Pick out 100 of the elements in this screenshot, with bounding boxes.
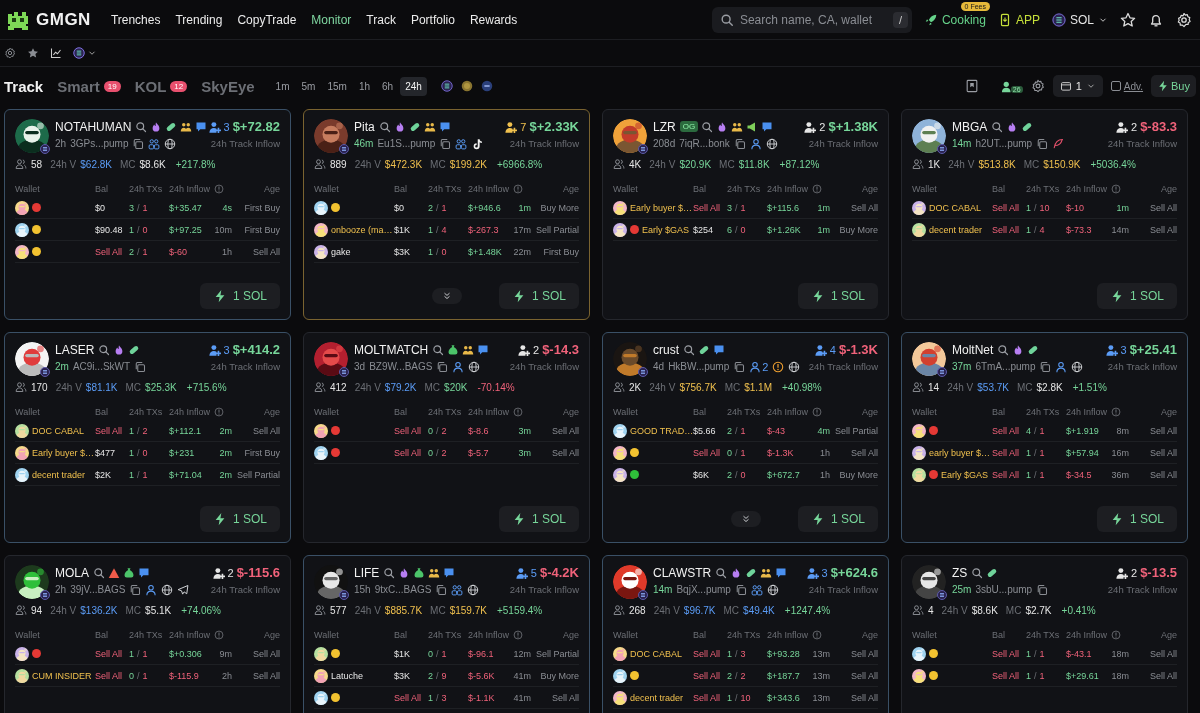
search-icon[interactable]: [432, 343, 445, 356]
people-icon[interactable]: [455, 137, 468, 150]
people-icon[interactable]: [180, 120, 193, 133]
quick-buy-button[interactable]: 1 SOL: [797, 506, 878, 532]
people-icon[interactable]: [760, 566, 773, 579]
search-icon[interactable]: [991, 120, 1004, 133]
token-name[interactable]: LIFE: [354, 565, 380, 580]
nav-link[interactable]: CopyTrade: [237, 12, 297, 27]
expand-button[interactable]: [431, 288, 462, 304]
search-icon[interactable]: [98, 343, 111, 356]
wallet-name[interactable]: gake: [331, 246, 351, 257]
tab[interactable]: KOL: [134, 77, 167, 95]
search-icon[interactable]: [715, 566, 728, 579]
bookmark-icon[interactable]: [964, 79, 979, 93]
tab[interactable]: SkyEye: [201, 77, 255, 95]
period-option[interactable]: 24h: [400, 76, 427, 96]
copy-icon[interactable]: [134, 360, 147, 373]
people-icon[interactable]: [462, 343, 475, 356]
globe-icon[interactable]: [161, 583, 174, 596]
person-icon[interactable]: [1055, 360, 1068, 373]
token-name[interactable]: LZR: [653, 119, 676, 134]
warning-icon[interactable]: [108, 566, 120, 579]
nav-link[interactable]: Track: [366, 12, 396, 27]
quick-buy-button[interactable]: 1 SOL: [498, 506, 579, 532]
people-icon[interactable]: [750, 583, 763, 596]
period-option[interactable]: 15m: [322, 76, 352, 96]
wallet-name[interactable]: onbooze (ma…: [331, 224, 393, 235]
chat-icon[interactable]: [195, 120, 208, 133]
wallet-name[interactable]: DOC CABAL: [32, 425, 84, 436]
people-icon[interactable]: [731, 120, 744, 133]
copy-icon[interactable]: [435, 583, 448, 596]
person-icon[interactable]: [452, 360, 465, 373]
buy-button[interactable]: Buy: [1151, 75, 1196, 97]
search-icon[interactable]: [93, 566, 105, 579]
logo-icon[interactable]: [6, 9, 30, 30]
quick-buy-button[interactable]: 1 SOL: [199, 506, 280, 532]
copy-icon[interactable]: [734, 583, 747, 596]
search-icon[interactable]: [135, 120, 148, 133]
wallet-name[interactable]: DOC CABAL: [630, 648, 682, 659]
nav-link[interactable]: Trending: [175, 12, 223, 27]
wallet-name[interactable]: DOC CABAL: [929, 202, 981, 213]
period-option[interactable]: 1m: [270, 76, 295, 96]
coin-icon[interactable]: [460, 80, 473, 92]
token-name[interactable]: MoltNet: [952, 342, 994, 357]
settings-icon[interactable]: [1030, 79, 1045, 93]
quick-buy-button[interactable]: 1 SOL: [797, 283, 878, 309]
star-icon[interactable]: [1120, 11, 1136, 28]
nav-link[interactable]: Portfolio: [410, 12, 455, 27]
globe-icon[interactable]: [164, 137, 177, 150]
chart-icon[interactable]: [50, 47, 62, 59]
wallet-name[interactable]: early buyer $…: [929, 447, 991, 458]
wallet-name[interactable]: CUM INSIDER: [32, 670, 92, 681]
globe-icon[interactable]: [1071, 360, 1084, 373]
chat-icon[interactable]: [438, 120, 451, 133]
copy-icon[interactable]: [129, 583, 142, 596]
chain-filter[interactable]: [73, 47, 97, 59]
token-name[interactable]: CLAWSTR: [653, 565, 712, 580]
token-name[interactable]: NOTAHUMAN: [55, 119, 132, 134]
chat-icon[interactable]: [761, 120, 774, 133]
copy-icon[interactable]: [132, 137, 145, 150]
people-icon[interactable]: [423, 120, 436, 133]
copy-icon[interactable]: [439, 137, 452, 150]
quick-buy-button[interactable]: 1 SOL: [1096, 506, 1177, 532]
wallet-name[interactable]: Early buyer $…: [32, 447, 95, 458]
expand-button[interactable]: [730, 511, 761, 527]
quick-buy-button[interactable]: 1 SOL: [199, 283, 280, 309]
period-option[interactable]: 5m: [296, 76, 321, 96]
token-name[interactable]: MOLA: [55, 565, 89, 580]
nav-link[interactable]: Rewards: [469, 12, 518, 27]
globe-icon[interactable]: [765, 137, 778, 150]
nav-link[interactable]: Monitor: [311, 12, 352, 27]
copy-icon[interactable]: [1036, 583, 1049, 596]
wallet-name[interactable]: Early $GAS: [941, 469, 989, 480]
tab[interactable]: Track: [4, 77, 44, 95]
chat-icon[interactable]: [138, 566, 150, 579]
person-icon[interactable]: [749, 360, 762, 373]
person-icon[interactable]: [145, 583, 158, 596]
period-option[interactable]: 6h: [377, 76, 399, 96]
search-icon[interactable]: [971, 566, 984, 579]
logo-text[interactable]: GMGN: [36, 9, 91, 30]
search-icon[interactable]: [683, 343, 695, 356]
token-name[interactable]: MBGA: [952, 119, 988, 134]
chat-icon[interactable]: [477, 343, 490, 356]
globe-icon[interactable]: [468, 360, 481, 373]
money-bag-icon[interactable]: [447, 343, 460, 356]
feather-icon[interactable]: [1052, 137, 1065, 150]
app-link[interactable]: APP: [997, 12, 1040, 27]
search-box[interactable]: Search name, CA, wallet /: [711, 6, 912, 33]
search-field[interactable]: Search name, CA, wallet: [739, 12, 887, 27]
alert-icon[interactable]: [772, 360, 785, 373]
search-icon[interactable]: [997, 343, 1010, 356]
globe-icon[interactable]: [467, 583, 480, 596]
copy-icon[interactable]: [733, 360, 746, 373]
search-icon[interactable]: [701, 120, 714, 133]
chat-icon[interactable]: [443, 566, 456, 579]
cooking-link[interactable]: Cooking: [923, 12, 986, 27]
coin-icon[interactable]: [440, 80, 453, 92]
copy-icon[interactable]: [436, 360, 449, 373]
wallet-name[interactable]: GOOD TRAD…: [630, 425, 694, 436]
money-bag-icon[interactable]: [413, 566, 426, 579]
